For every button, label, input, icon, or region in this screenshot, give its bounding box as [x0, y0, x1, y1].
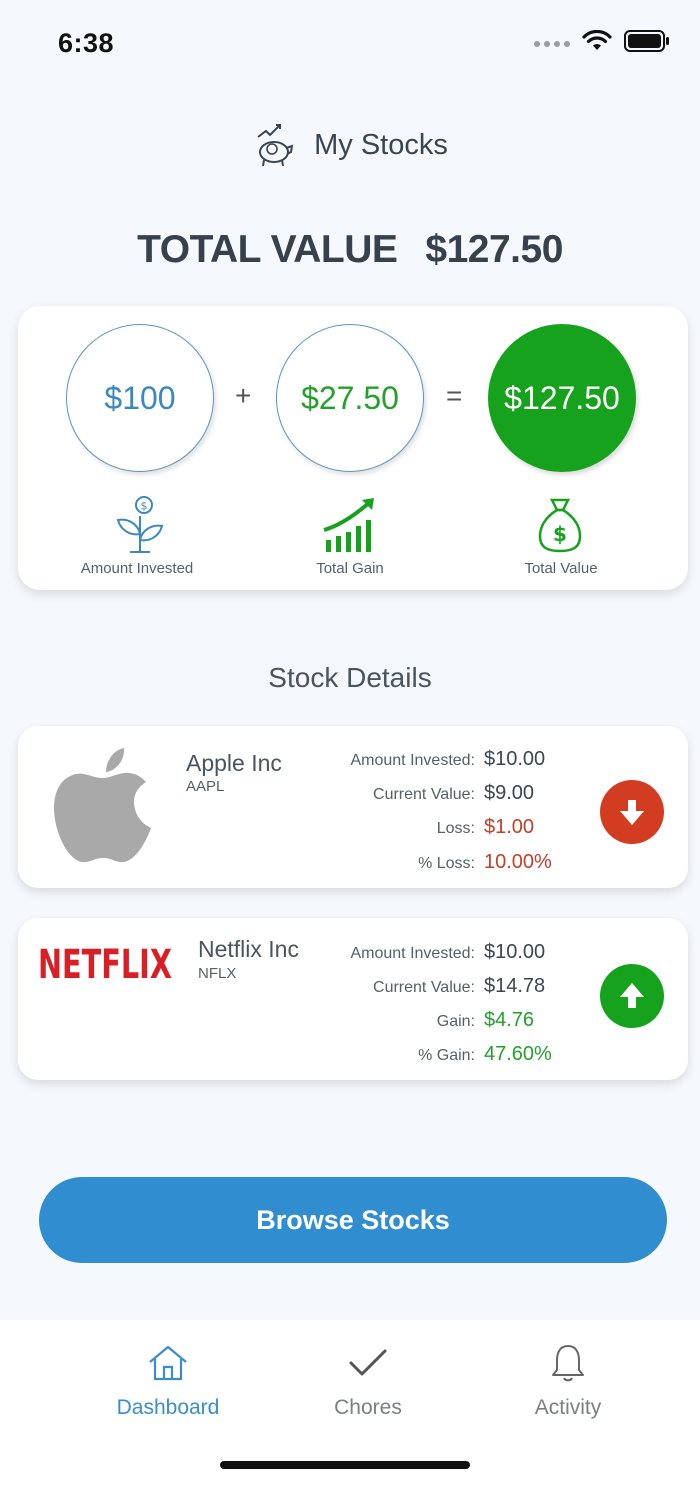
- total-gain-circle: $27.50: [276, 324, 424, 472]
- total-value-circle: $127.50: [488, 324, 636, 472]
- stock-ticker: AAPL: [186, 778, 225, 795]
- app-header: My Stocks: [0, 118, 700, 172]
- svg-text:NETFLIX: NETFLIX: [38, 942, 172, 982]
- money-bag-icon: $: [538, 498, 582, 553]
- bell-icon: [552, 1345, 584, 1382]
- svg-text:$: $: [553, 522, 567, 546]
- total-value-amount: $127.50: [425, 228, 563, 271]
- stock-details-heading: Stock Details: [268, 662, 432, 693]
- status-bar: 6:38: [0, 0, 700, 88]
- total-value-summary: TOTAL VALUE $127.50: [0, 228, 700, 272]
- stock-ticker: NFLX: [198, 965, 237, 982]
- browse-stocks-button[interactable]: Browse Stocks: [39, 1177, 667, 1263]
- detail-row-gain: Gain: $4.76: [436, 1009, 535, 1031]
- battery-icon: [624, 30, 669, 52]
- total-gain-label: Total Gain: [316, 560, 384, 577]
- money-plant-icon: $: [116, 496, 164, 553]
- tab-dashboard[interactable]: Dashboard: [78, 1340, 258, 1420]
- status-time: 6:38: [58, 28, 115, 58]
- plus-sign: +: [235, 380, 252, 411]
- total-value-label: TOTAL VALUE: [137, 228, 398, 271]
- tab-activity[interactable]: Activity: [478, 1340, 658, 1420]
- trend-up-button[interactable]: [600, 964, 664, 1028]
- tab-activity-label: Activity: [534, 1396, 602, 1419]
- bottom-tab-bar: Dashboard Chores Activity: [0, 1320, 700, 1512]
- detail-row-current-value: Current Value: $14.78: [373, 975, 546, 997]
- detail-row-amount-invested: Amount Invested: $10.00: [350, 748, 546, 770]
- stock-name: Netflix Inc: [198, 936, 299, 962]
- detail-row-amount-invested: Amount Invested: $10.00: [350, 941, 546, 963]
- tab-dashboard-label: Dashboard: [116, 1396, 220, 1419]
- trend-down-button[interactable]: [600, 780, 664, 844]
- tab-chores-label: Chores: [334, 1396, 402, 1419]
- piggy-bank-icon: [257, 124, 294, 167]
- svg-text:$: $: [141, 500, 148, 513]
- apple-logo-icon: [54, 748, 151, 863]
- portfolio-summary-card: $100 + $27.50 = $127.50 $ Amount Investe…: [18, 306, 688, 590]
- total-value-label: Total Value: [524, 560, 598, 577]
- detail-row-loss: Loss: $1.00: [436, 816, 535, 838]
- tab-chores[interactable]: Chores: [278, 1340, 458, 1420]
- amount-invested-circle: $100: [66, 324, 214, 472]
- wifi-icon: [582, 30, 612, 50]
- stock-card-aapl[interactable]: Apple Inc AAPL Amount Invested: $10.00 C…: [18, 726, 688, 888]
- stock-name: Apple Inc: [186, 750, 282, 776]
- amount-invested-label: Amount Invested: [80, 560, 194, 577]
- arrow-down-icon: [620, 800, 644, 825]
- detail-row-current-value: Current Value: $9.00: [373, 782, 535, 804]
- equals-sign: =: [446, 380, 463, 411]
- home-icon: [149, 1345, 187, 1381]
- page-title: My Stocks: [314, 128, 448, 161]
- detail-row-percent-loss: % Loss: 10.00%: [418, 851, 552, 873]
- checkmark-icon: [349, 1349, 387, 1376]
- detail-row-percent-gain: % Gain: 47.60%: [418, 1043, 552, 1065]
- netflix-logo-icon: NETFLIX: [38, 942, 172, 982]
- arrow-up-icon: [620, 983, 644, 1008]
- status-icons: [534, 30, 670, 52]
- stock-card-nflx[interactable]: NETFLIX Netflix Inc NFLX Amount Invested…: [18, 918, 688, 1080]
- cellular-signal-icon: [534, 41, 570, 47]
- home-indicator: [220, 1461, 470, 1469]
- growth-chart-icon: [323, 498, 374, 552]
